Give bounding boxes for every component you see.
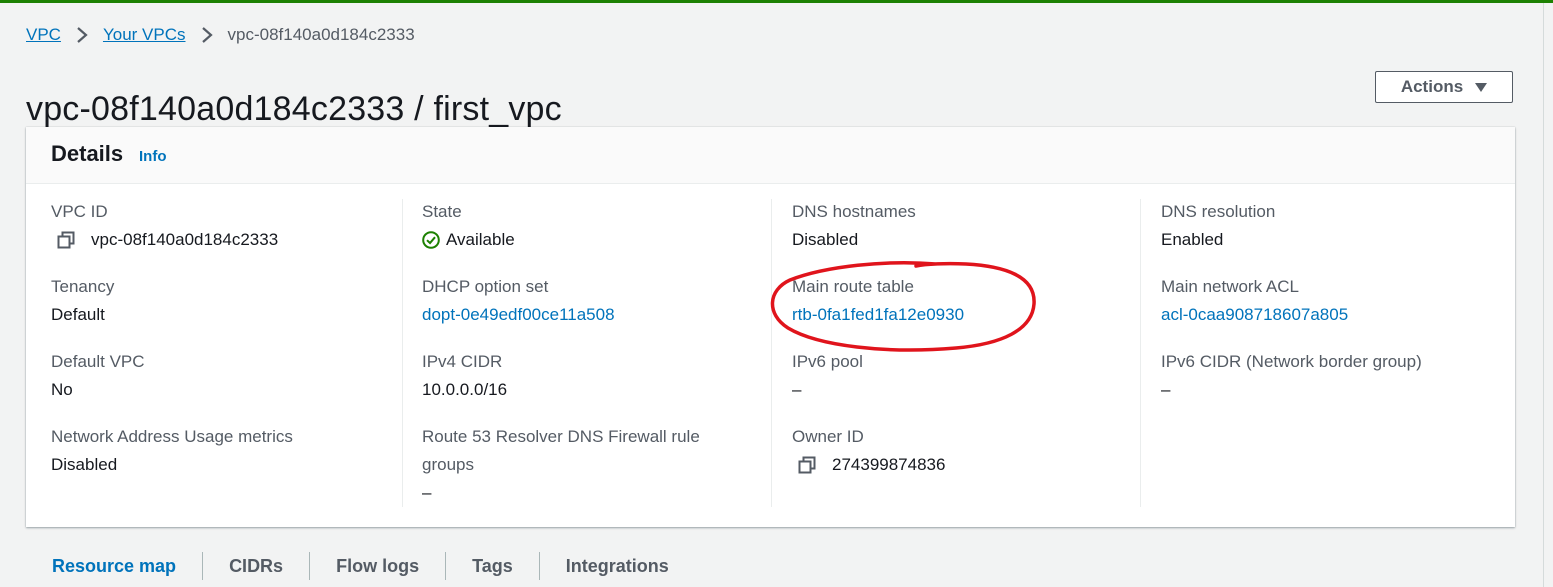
ipv4-cidr-field: IPv4 CIDR 10.0.0.0/16 xyxy=(422,348,507,404)
annotation-circle xyxy=(770,261,1036,352)
details-title: Details xyxy=(51,141,124,166)
chevron-right-icon xyxy=(77,27,88,43)
ipv6-cidr-value: – xyxy=(1161,380,1171,399)
dhcp-option-set-field: DHCP option set dopt-0e49edf00ce11a508 xyxy=(422,273,615,329)
tab-resource-map[interactable]: Resource map xyxy=(26,556,202,577)
field-label: DNS hostnames xyxy=(792,202,916,221)
top-accent-bar xyxy=(0,0,1553,3)
main-network-acl-field: Main network ACL acl-0caa908718607a805 xyxy=(1161,273,1348,329)
route53-firewall-value: – xyxy=(422,483,432,502)
breadcrumb: VPC Your VPCs vpc-08f140a0d184c2333 xyxy=(26,24,415,46)
state-value: Available xyxy=(446,230,515,249)
field-label: DHCP option set xyxy=(422,277,549,296)
field-label: Owner ID xyxy=(792,427,864,446)
field-label: IPv6 CIDR (Network border group) xyxy=(1161,352,1422,371)
route53-firewall-field: Route 53 Resolver DNS Firewall rule grou… xyxy=(422,423,700,507)
dhcp-option-set-link[interactable]: dopt-0e49edf00ce11a508 xyxy=(422,301,615,329)
copy-icon[interactable] xyxy=(798,456,816,474)
ipv6-pool-value: – xyxy=(792,380,802,399)
dns-hostnames-value: Disabled xyxy=(792,230,859,249)
ipv4-cidr-value: 10.0.0.0/16 xyxy=(422,380,508,399)
field-label: Tenancy xyxy=(51,277,115,296)
tab-integrations[interactable]: Integrations xyxy=(540,556,695,577)
main-network-acl-link[interactable]: acl-0caa908718607a805 xyxy=(1161,301,1348,329)
column-divider xyxy=(402,199,403,507)
chevron-right-icon xyxy=(201,27,213,43)
field-label: Main network ACL xyxy=(1161,277,1299,296)
dns-resolution-value: Enabled xyxy=(1161,230,1224,249)
breadcrumb-current: vpc-08f140a0d184c2333 xyxy=(227,25,415,44)
copy-icon[interactable] xyxy=(57,231,75,249)
field-label: IPv4 CIDR xyxy=(422,352,503,371)
owner-id-value: 274399874836 xyxy=(832,455,946,474)
ipv6-cidr-field: IPv6 CIDR (Network border group) – xyxy=(1161,348,1422,404)
default-vpc-value: No xyxy=(51,380,73,399)
field-label: Default VPC xyxy=(51,352,145,371)
nau-metrics-field: Network Address Usage metrics Disabled xyxy=(51,423,293,479)
field-label: DNS resolution xyxy=(1161,202,1276,221)
nau-metrics-value: Disabled xyxy=(51,455,118,474)
breadcrumb-your-vpcs-link[interactable]: Your VPCs xyxy=(103,25,186,45)
field-label: Route 53 Resolver DNS Firewall rule xyxy=(422,427,700,446)
breadcrumb-vpc-link[interactable]: VPC xyxy=(26,25,61,45)
caret-down-icon xyxy=(1475,82,1488,92)
check-circle-icon xyxy=(422,231,440,249)
tab-tags[interactable]: Tags xyxy=(446,556,539,577)
vpc-id-value: vpc-08f140a0d184c2333 xyxy=(91,230,279,249)
state-field: State Available xyxy=(422,198,515,254)
field-label: Network Address Usage metrics xyxy=(51,427,293,446)
tab-cidrs[interactable]: CIDRs xyxy=(203,556,309,577)
page-title: vpc-08f140a0d184c2333 / first_vpc xyxy=(26,89,562,128)
vpc-id-field: VPC ID vpc-08f140a0d184c2333 xyxy=(51,198,278,254)
actions-button-label: Actions xyxy=(1400,77,1464,96)
details-panel-header: Details Info xyxy=(26,127,1515,184)
column-divider xyxy=(1140,199,1141,507)
tab-flow-logs[interactable]: Flow logs xyxy=(310,556,445,577)
field-label: VPC ID xyxy=(51,202,108,221)
actions-button[interactable]: Actions xyxy=(1375,71,1513,103)
tenancy-value: Default xyxy=(51,305,105,324)
default-vpc-field: Default VPC No xyxy=(51,348,145,404)
dns-hostnames-field: DNS hostnames Disabled xyxy=(792,198,916,254)
dns-resolution-field: DNS resolution Enabled xyxy=(1161,198,1275,254)
tenancy-field: Tenancy Default xyxy=(51,273,114,329)
field-label: State xyxy=(422,202,462,221)
info-link[interactable]: Info xyxy=(139,148,167,165)
field-label-continued: groups xyxy=(422,455,474,474)
page-scroll-edge xyxy=(1543,3,1544,587)
owner-id-field: Owner ID 274399874836 xyxy=(792,423,945,479)
detail-tabs: Resource map CIDRs Flow logs Tags Integr… xyxy=(26,548,695,584)
